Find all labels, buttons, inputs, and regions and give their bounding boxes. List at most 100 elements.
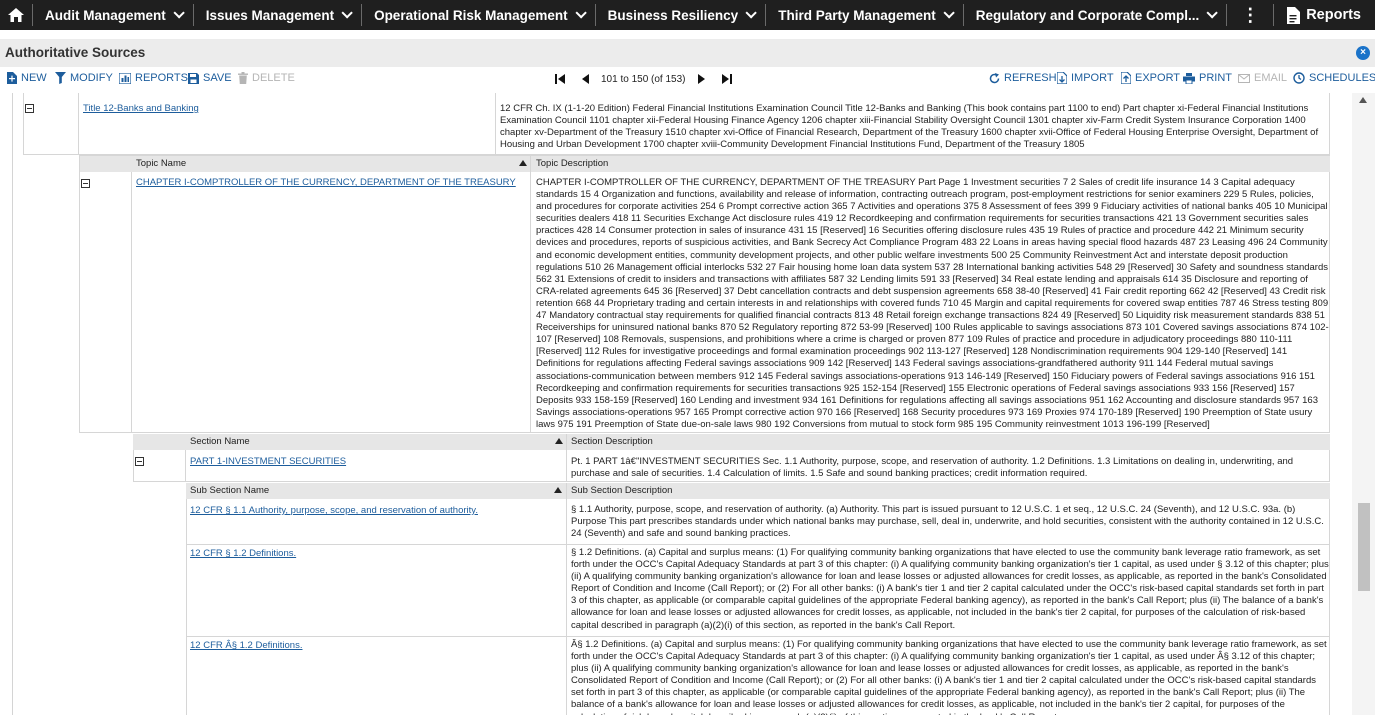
topic-name-link[interactable]: CHAPTER I-COMPTROLLER OF THE CURRENCY, D… <box>136 177 516 188</box>
section-description: Pt. 1 PART 1â€"INVESTMENT SECURITIES Sec… <box>571 456 1294 480</box>
nav-audit-management[interactable]: Audit Management <box>33 0 193 30</box>
scrollbar-thumb[interactable] <box>1358 503 1370 591</box>
chevron-down-icon <box>173 7 185 19</box>
grid-left-border <box>12 93 13 715</box>
nav-business-resiliency[interactable]: Business Resiliency <box>596 0 766 30</box>
section-description-header[interactable]: Section Description <box>571 436 653 447</box>
first-page-icon[interactable] <box>553 72 567 86</box>
schedules-button[interactable]: SCHEDULES <box>1293 72 1375 84</box>
column-divider <box>131 172 132 433</box>
email-label: EMAIL <box>1254 72 1288 84</box>
section-name-link[interactable]: PART 1-INVESTMENT SECURITIES <box>190 456 346 467</box>
column-divider <box>78 93 79 155</box>
chevron-down-icon <box>745 7 757 19</box>
subsection-description: § 1.2 Definitions. (a) Capital and surpl… <box>571 547 1329 631</box>
subsection-description-header[interactable]: Sub Section Description <box>571 485 672 496</box>
scroll-up-icon[interactable] <box>1359 97 1367 103</box>
reports-nav-label: Reports <box>1306 7 1361 23</box>
import-button[interactable]: IMPORT <box>1057 72 1114 84</box>
sort-ascending-icon[interactable] <box>554 487 562 493</box>
chevron-down-icon <box>341 7 353 19</box>
save-label: SAVE <box>203 72 232 84</box>
section-header: Section Name Section Description <box>133 434 1330 450</box>
trash-icon <box>238 72 248 84</box>
title-name-link[interactable]: Title 12-Banks and Banking <box>83 103 199 114</box>
envelope-icon <box>1238 73 1250 83</box>
new-button[interactable]: NEW <box>7 72 47 84</box>
subsection-name-link[interactable]: 12 CFR § 1.2 Definitions. <box>190 548 296 559</box>
topic-description: CHAPTER I-COMPTROLLER OF THE CURRENCY, D… <box>536 177 1329 430</box>
column-divider <box>566 434 567 482</box>
export-icon <box>1121 72 1131 84</box>
email-button[interactable]: EMAIL <box>1238 72 1287 84</box>
schedules-label: SCHEDULES <box>1309 72 1375 84</box>
topic-name-header[interactable]: Topic Name <box>136 158 186 169</box>
export-label: EXPORT <box>1135 72 1181 84</box>
filter-icon <box>55 72 66 84</box>
nav-label: Issues Management <box>205 7 335 23</box>
nav-label: Third Party Management <box>778 7 936 23</box>
nav-label: Business Resiliency <box>607 7 739 23</box>
next-page-icon[interactable] <box>694 72 708 86</box>
pager-text: 101 to 150 (of 153) <box>601 73 686 85</box>
toolbar: NEW MODIFY REPORTS SAVE DELETE 101 to 15… <box>0 69 1375 91</box>
close-icon[interactable]: × <box>1356 46 1370 60</box>
delete-label: DELETE <box>252 72 295 84</box>
print-label: PRINT <box>1199 72 1232 84</box>
page-title: Authoritative Sources <box>5 45 146 60</box>
home-icon[interactable] <box>0 0 32 30</box>
sort-ascending-icon[interactable] <box>555 438 563 444</box>
nav-operational-risk-management[interactable]: Operational Risk Management <box>362 0 595 30</box>
subsection-name-header[interactable]: Sub Section Name <box>190 485 269 496</box>
more-menu-icon[interactable]: ⋮ <box>1227 0 1273 30</box>
subsection-name-link[interactable]: 12 CFR Â§ 1.2 Definitions. <box>190 640 302 651</box>
collapse-section-icon[interactable] <box>135 457 144 466</box>
sort-ascending-icon[interactable] <box>519 160 527 166</box>
collapse-topic-icon[interactable] <box>81 179 90 188</box>
reports-label: REPORTS <box>135 72 188 84</box>
new-label: NEW <box>21 72 47 84</box>
import-label: IMPORT <box>1071 72 1114 84</box>
subsection-description: § 1.1 Authority, purpose, scope, and res… <box>571 504 1324 540</box>
top-nav: Audit Management Issues Management Opera… <box>0 0 1375 30</box>
nav-label: Audit Management <box>45 7 166 23</box>
save-button[interactable]: SAVE <box>188 72 232 84</box>
collapse-title-icon[interactable] <box>25 104 34 113</box>
reports-button[interactable]: REPORTS <box>119 72 188 84</box>
save-icon <box>188 72 199 84</box>
title-description: 12 CFR Ch. IX (1-1-20 Edition) Federal F… <box>500 103 1319 151</box>
column-divider <box>495 93 496 155</box>
subsection-name-link[interactable]: 12 CFR § 1.1 Authority, purpose, scope, … <box>190 505 478 516</box>
last-page-icon[interactable] <box>720 72 734 86</box>
nav-issues-management[interactable]: Issues Management <box>194 0 361 30</box>
print-button[interactable]: PRINT <box>1183 72 1232 84</box>
window-title-bar: Authoritative Sources × <box>0 39 1375 67</box>
section-name-header[interactable]: Section Name <box>190 436 250 447</box>
chevron-down-icon <box>943 7 955 19</box>
topic-description-header[interactable]: Topic Description <box>536 158 608 169</box>
nav-label: Regulatory and Corporate Compl... <box>975 7 1200 23</box>
previous-page-icon[interactable] <box>579 72 593 86</box>
clock-icon <box>1293 72 1305 84</box>
refresh-button[interactable]: REFRESH <box>989 72 1057 84</box>
nav-regulatory-corporate-compliance[interactable]: Regulatory and Corporate Compl... <box>964 0 1227 30</box>
row-divider <box>186 636 1330 637</box>
delete-button[interactable]: DELETE <box>238 72 295 84</box>
bar-chart-icon <box>119 72 131 84</box>
row-divider <box>186 544 1330 545</box>
column-divider <box>185 450 186 482</box>
reports-nav-button[interactable]: Reports <box>1286 0 1361 30</box>
vertical-scrollbar[interactable] <box>1352 93 1375 715</box>
topic-header: Topic Name Topic Description <box>80 156 1330 172</box>
chevron-down-icon <box>1206 7 1219 19</box>
column-divider <box>530 156 531 433</box>
modify-button[interactable]: MODIFY <box>55 72 113 84</box>
printer-icon <box>1183 72 1195 84</box>
hierarchy-grid: Title 12-Banks and Banking 12 CFR Ch. IX… <box>0 93 1352 715</box>
refresh-label: REFRESH <box>1004 72 1057 84</box>
pager: 101 to 150 (of 153) <box>553 72 734 86</box>
subsection-header: Sub Section Name Sub Section Description <box>186 483 1330 499</box>
new-document-icon <box>7 72 17 84</box>
nav-third-party-management[interactable]: Third Party Management <box>766 0 963 30</box>
export-button[interactable]: EXPORT <box>1121 72 1180 84</box>
